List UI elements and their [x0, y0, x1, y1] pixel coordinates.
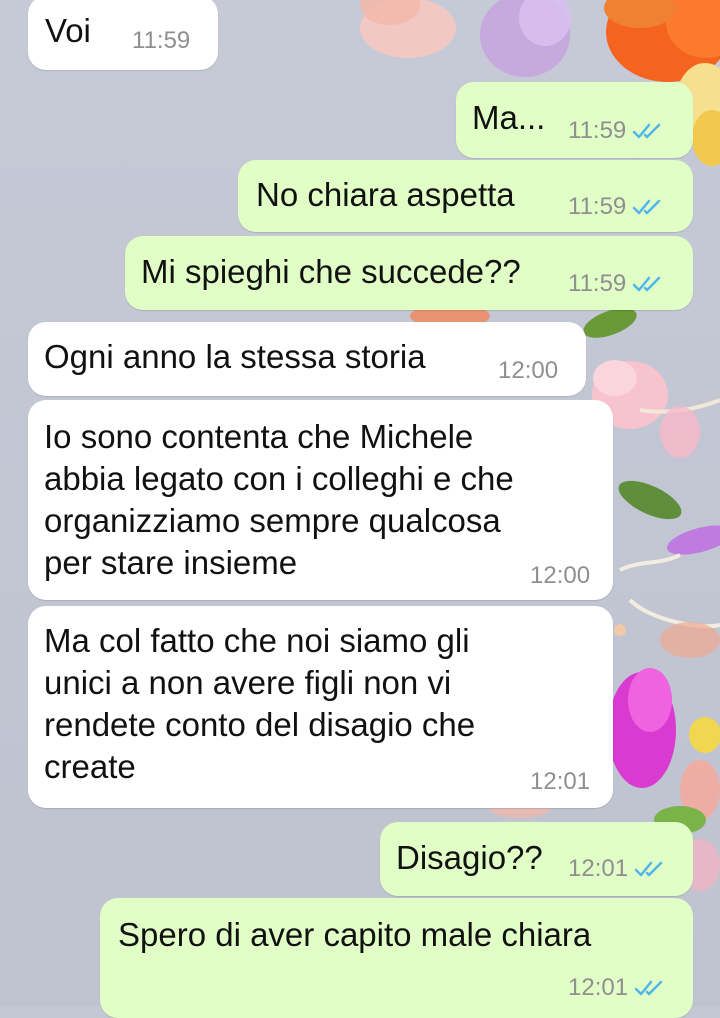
message-time: 11:59 [568, 193, 627, 220]
message-bubble-outgoing[interactable]: No chiara aspetta 11:59 [238, 160, 693, 232]
message-bubble-outgoing[interactable]: Spero di aver capito male chiara 12:01 [100, 898, 693, 1018]
message-meta: 12:01 [568, 855, 664, 883]
message-bubble-incoming[interactable]: Ma col fatto che noi siamo gli unici a n… [28, 606, 613, 808]
message-text: Mi spieghi che succede?? [141, 253, 521, 290]
double-check-icon [632, 275, 662, 293]
message-meta: 12:01 [530, 768, 590, 796]
message-time: 12:01 [568, 855, 629, 882]
message-time: 12:00 [498, 357, 559, 384]
message-text: Ma col fatto che noi siamo gli unici a n… [44, 622, 476, 785]
message-text: Voi [45, 12, 91, 49]
message-bubble-outgoing[interactable]: Ma... 11:59 [456, 82, 693, 158]
message-meta: 11:59 [568, 117, 662, 145]
message-bubble-outgoing[interactable]: Mi spieghi che succede?? 11:59 [125, 236, 693, 310]
message-text: Io sono contenta che Michele abbia legat… [44, 418, 514, 581]
message-time: 12:01 [530, 768, 591, 795]
double-check-icon [634, 979, 664, 997]
message-bubble-incoming[interactable]: Ogni anno la stessa storia 12:00 [28, 322, 586, 396]
message-time: 12:01 [568, 974, 629, 1001]
message-meta: 12:01 [568, 974, 664, 1002]
message-meta: 12:00 [498, 357, 558, 385]
message-text: Ogni anno la stessa storia [44, 338, 426, 375]
message-time: 11:59 [132, 27, 191, 54]
message-text: Ma... [472, 99, 546, 136]
message-bubble-incoming[interactable]: Voi 11:59 [28, 0, 218, 70]
message-meta: 12:00 [530, 562, 590, 590]
message-bubble-outgoing[interactable]: Disagio?? 12:01 [380, 822, 693, 896]
message-text: Disagio?? [396, 839, 543, 876]
message-bubble-incoming[interactable]: Io sono contenta che Michele abbia legat… [28, 400, 613, 600]
message-meta: 11:59 [568, 193, 662, 221]
message-time: 12:00 [530, 562, 591, 589]
double-check-icon [632, 122, 662, 140]
message-text: Spero di aver capito male chiara [118, 916, 592, 953]
double-check-icon [632, 198, 662, 216]
message-time: 11:59 [568, 117, 627, 144]
message-meta: 11:59 [132, 27, 190, 55]
message-time: 11:59 [568, 270, 627, 297]
message-list: Voi 11:59 Ma... 11:59 No chiara aspetta … [0, 0, 720, 1018]
message-text: No chiara aspetta [256, 176, 515, 213]
double-check-icon [634, 860, 664, 878]
message-meta: 11:59 [568, 270, 662, 298]
